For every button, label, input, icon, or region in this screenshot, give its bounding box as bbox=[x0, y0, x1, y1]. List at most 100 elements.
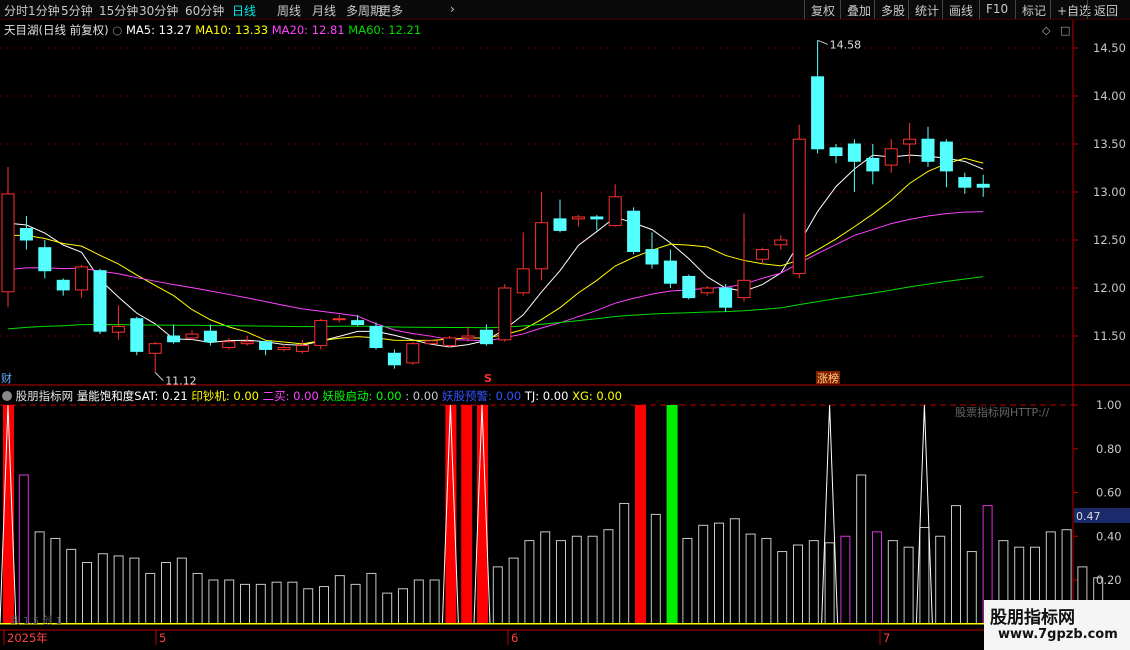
sat-bar bbox=[808, 540, 819, 625]
candle-body bbox=[332, 318, 346, 321]
sat-bar bbox=[919, 527, 930, 625]
indicator-watermark: 股票指标网HTTP:// bbox=[955, 405, 1050, 419]
sat-bar bbox=[508, 557, 519, 625]
sat-bar bbox=[587, 535, 598, 625]
sat-bar bbox=[398, 588, 408, 625]
candle-body bbox=[921, 138, 935, 162]
sat-bar bbox=[729, 518, 740, 625]
sat-bar bbox=[224, 579, 235, 625]
candle-body bbox=[148, 343, 162, 354]
sat-bar bbox=[113, 555, 124, 625]
indicator-tick-label: 0.60 bbox=[1096, 486, 1122, 500]
sat-bar bbox=[413, 579, 424, 625]
spike-line bbox=[915, 404, 933, 624]
low-pointer bbox=[154, 372, 164, 381]
brand-watermark: 股朋指标网 www.7gpzb.com bbox=[984, 600, 1130, 650]
candle-body bbox=[719, 287, 733, 308]
price-tick-label: 14.00 bbox=[1093, 89, 1126, 103]
sat-bar bbox=[82, 562, 92, 625]
candle-body bbox=[976, 183, 990, 188]
sat-bar bbox=[319, 586, 329, 625]
price-tick-label: 14.50 bbox=[1093, 41, 1126, 55]
candle-body bbox=[351, 320, 365, 325]
candle-body bbox=[222, 341, 236, 349]
red-signal-bar bbox=[635, 405, 646, 624]
sat-bar bbox=[382, 592, 393, 625]
candle-body bbox=[479, 329, 493, 345]
sat-bar bbox=[50, 537, 61, 625]
sat-bar bbox=[698, 524, 709, 625]
candle-body bbox=[571, 216, 585, 220]
sat-bar bbox=[176, 557, 187, 625]
signal-tag: S bbox=[484, 372, 492, 385]
candle-body bbox=[56, 279, 70, 291]
candle-body bbox=[774, 239, 788, 246]
sat-bar bbox=[603, 529, 614, 625]
candle-body bbox=[755, 249, 769, 260]
sat-bar bbox=[255, 583, 266, 625]
indicator-tick-label: 0.20 bbox=[1096, 573, 1122, 587]
finance-tag: 财 bbox=[1, 371, 12, 385]
sat-bar bbox=[287, 581, 298, 625]
candle-body bbox=[314, 320, 328, 347]
green-signal-bar bbox=[666, 405, 678, 624]
candle-body bbox=[884, 148, 898, 166]
candle-body bbox=[737, 279, 751, 299]
sat-bar bbox=[492, 566, 503, 625]
candle-body bbox=[277, 347, 291, 350]
sat-bar bbox=[714, 522, 724, 625]
red-signal-bar bbox=[461, 405, 473, 624]
candle-body bbox=[535, 222, 549, 270]
sat-bar bbox=[129, 557, 140, 625]
sat-bar bbox=[429, 579, 440, 625]
candle-body bbox=[369, 325, 383, 349]
candle-body bbox=[295, 345, 309, 352]
candle-body bbox=[811, 76, 825, 150]
candle-body bbox=[130, 318, 144, 352]
brand-url: www.7gpzb.com bbox=[998, 627, 1118, 642]
spike-line bbox=[821, 404, 839, 624]
candle-body bbox=[406, 343, 420, 364]
candle-body bbox=[240, 341, 254, 345]
candle-body bbox=[19, 227, 33, 241]
candle-body bbox=[663, 260, 677, 284]
sat-bar bbox=[887, 540, 898, 625]
candle-body bbox=[1, 193, 15, 293]
kline-chart[interactable]: 1.00 0.80 0.60 0.40 0.20 股票指标网HTTP:// 0.47 到 1.… bbox=[0, 0, 1130, 650]
sat-bar bbox=[761, 537, 772, 625]
sat-bar bbox=[145, 572, 156, 625]
price-tick-label: 11.50 bbox=[1093, 329, 1126, 343]
candle-body bbox=[847, 143, 861, 162]
diamond-icon: ◇ bbox=[1042, 24, 1051, 37]
sat-bar bbox=[903, 546, 914, 625]
sat-bar bbox=[777, 551, 788, 625]
sat-bar bbox=[682, 537, 693, 625]
candle-body bbox=[185, 333, 199, 339]
sat-bar bbox=[524, 540, 535, 625]
sat-bar bbox=[271, 581, 282, 625]
candle-body bbox=[866, 157, 880, 172]
sat-bar bbox=[556, 540, 566, 625]
sat-bar bbox=[192, 572, 203, 625]
candle-body bbox=[958, 177, 972, 188]
candle-body bbox=[38, 247, 52, 272]
sat-bar bbox=[619, 502, 630, 625]
candle-body bbox=[167, 335, 181, 343]
sat-bar bbox=[650, 513, 661, 625]
price-tick-label: 13.00 bbox=[1093, 185, 1126, 199]
sat-bar bbox=[856, 474, 867, 625]
sat-bar bbox=[34, 531, 45, 625]
candle-body bbox=[498, 287, 512, 341]
sat-bar bbox=[366, 572, 377, 625]
price-tick-label: 12.50 bbox=[1093, 233, 1126, 247]
candle-body bbox=[203, 330, 217, 343]
current-value: 0.47 bbox=[1076, 510, 1101, 523]
candle-body bbox=[553, 218, 567, 231]
limit-tag: 涨榜 bbox=[817, 371, 839, 385]
brand-name: 股朋指标网 bbox=[990, 608, 1075, 628]
sat-bar bbox=[966, 551, 977, 625]
indicator-tick-label: 0.40 bbox=[1096, 529, 1122, 543]
candle-body bbox=[903, 138, 917, 145]
sat-bar bbox=[824, 542, 835, 625]
x-axis-label: 6 bbox=[511, 631, 518, 645]
